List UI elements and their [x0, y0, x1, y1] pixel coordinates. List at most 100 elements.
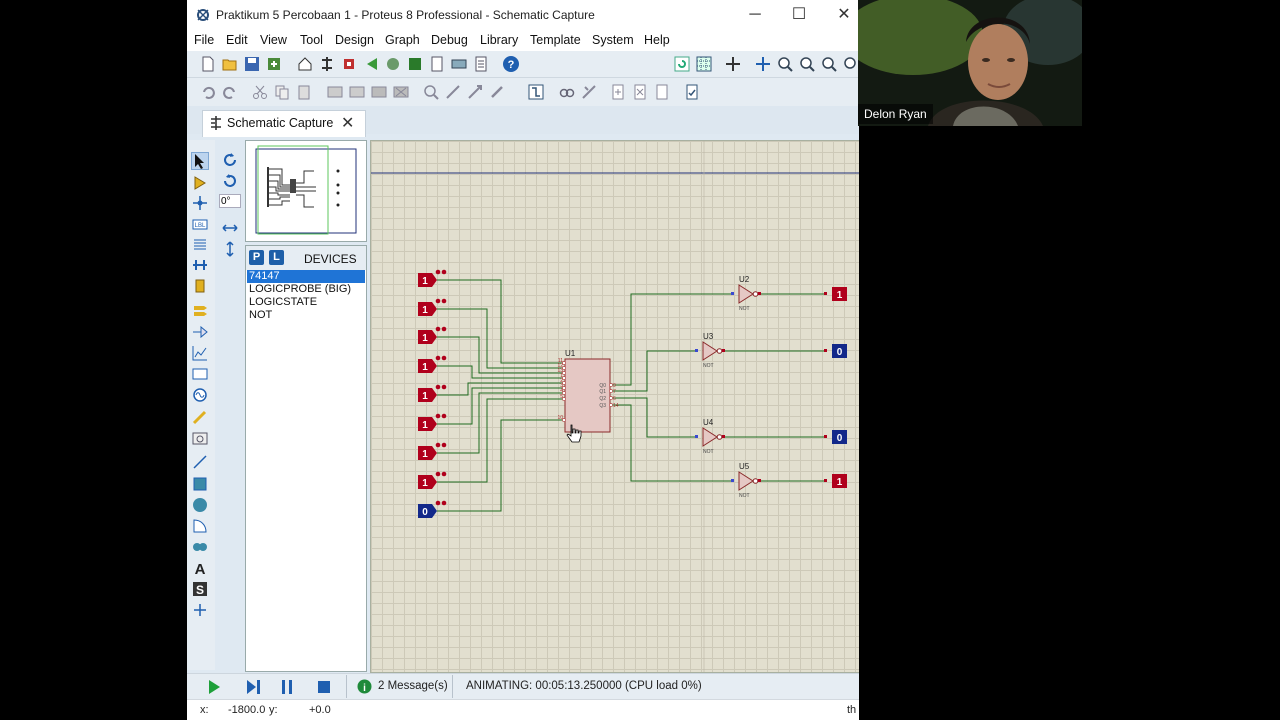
open-folder-icon[interactable]	[222, 56, 238, 72]
origin-icon[interactable]	[725, 56, 741, 72]
help-icon[interactable]: ?	[502, 55, 520, 73]
menu-edit[interactable]: Edit	[226, 33, 248, 47]
tab-schematic-capture[interactable]: Schematic Capture ✕	[202, 110, 366, 137]
schematic-canvas[interactable]: U1 11 12 13 1 2 3 4 5 10 9 Q0 7 Q1 6 Q2 14 Q3 111111110 U…	[370, 140, 859, 673]
undo-icon[interactable]	[200, 84, 216, 100]
paste-icon[interactable]	[296, 84, 312, 100]
rotation-angle-field[interactable]	[219, 194, 241, 208]
terminals-icon[interactable]	[192, 302, 208, 318]
library-manager-button[interactable]: L	[269, 250, 284, 265]
menu-tool[interactable]: Tool	[300, 33, 323, 47]
text-tool-icon[interactable]: A	[192, 560, 208, 578]
component-mode-icon[interactable]	[192, 175, 208, 191]
remove-sheet-icon[interactable]	[632, 84, 648, 100]
pcb-layout-icon[interactable]	[341, 56, 357, 72]
block-move-icon[interactable]	[349, 84, 365, 100]
path-tool-icon[interactable]	[192, 539, 208, 555]
menu-file[interactable]: File	[194, 33, 214, 47]
device-item-74147[interactable]: 74147	[247, 270, 365, 283]
3d-viewer-icon[interactable]	[385, 56, 401, 72]
box-tool-icon[interactable]	[192, 476, 208, 492]
block-rotate-icon[interactable]	[371, 84, 387, 100]
device-item-logicprobe[interactable]: LOGICPROBE (BIG)	[247, 283, 365, 296]
close-button[interactable]: ✕	[833, 4, 855, 26]
block-delete-icon[interactable]	[393, 84, 409, 100]
info-icon[interactable]: i	[357, 679, 372, 694]
schematic-icon[interactable]	[319, 56, 335, 72]
text-script-icon[interactable]	[192, 236, 208, 252]
electrical-rule-check-icon[interactable]	[684, 84, 700, 100]
gerber-icon[interactable]	[407, 56, 423, 72]
line-tool-icon[interactable]	[192, 454, 208, 470]
new-file-icon[interactable]	[200, 56, 216, 72]
virtual-instruments-icon[interactable]	[192, 430, 208, 446]
search-tag-icon[interactable]	[559, 84, 575, 100]
device-item-logicstate[interactable]: LOGICSTATE	[247, 296, 365, 309]
decompose-icon[interactable]	[489, 84, 505, 100]
rotate-clockwise-icon[interactable]	[222, 152, 238, 168]
grid-toggle-icon[interactable]	[696, 56, 712, 72]
stop-icon[interactable]	[317, 679, 331, 695]
menu-graph[interactable]: Graph	[385, 33, 420, 47]
menu-template[interactable]: Template	[530, 33, 581, 47]
marker-tool-icon[interactable]	[192, 602, 208, 618]
notes-icon[interactable]	[473, 56, 489, 72]
menu-help[interactable]: Help	[644, 33, 670, 47]
import-icon[interactable]	[266, 56, 282, 72]
save-icon[interactable]	[244, 56, 260, 72]
mirror-vertical-icon[interactable]	[222, 241, 238, 257]
make-device-icon[interactable]	[445, 84, 461, 100]
new-sheet-icon[interactable]	[610, 84, 626, 100]
pick-devices-button[interactable]: P	[249, 250, 264, 265]
zoom-all-icon[interactable]	[821, 56, 837, 72]
source-code-icon[interactable]	[451, 56, 467, 72]
maximize-button[interactable]: ☐	[788, 4, 810, 26]
menu-library[interactable]: Library	[480, 33, 518, 47]
play-icon[interactable]	[207, 679, 221, 695]
packaging-tool-icon[interactable]	[467, 84, 483, 100]
circle-tool-icon[interactable]	[192, 497, 208, 513]
copy-icon[interactable]	[274, 84, 290, 100]
symbol-tool-icon[interactable]: S	[192, 581, 208, 597]
wire-autorouter-icon[interactable]	[528, 84, 544, 100]
block-copy-icon[interactable]	[327, 84, 343, 100]
exit-to-parent-icon[interactable]	[654, 84, 670, 100]
voltage-probe-icon[interactable]	[192, 409, 208, 425]
property-assign-icon[interactable]	[581, 84, 597, 100]
minimize-button[interactable]: ─	[744, 4, 766, 26]
home-icon[interactable]	[297, 56, 313, 72]
refresh-icon[interactable]	[674, 56, 690, 72]
cut-icon[interactable]	[252, 84, 268, 100]
menu-design[interactable]: Design	[335, 33, 374, 47]
mirror-horizontal-icon[interactable]	[222, 220, 238, 236]
pause-icon[interactable]	[280, 679, 294, 695]
bom-icon[interactable]	[429, 56, 445, 72]
redo-icon[interactable]	[222, 84, 238, 100]
menu-debug[interactable]: Debug	[431, 33, 468, 47]
device-item-not[interactable]: NOT	[247, 309, 365, 322]
rotate-anticlockwise-icon[interactable]	[222, 173, 238, 189]
device-pins-icon[interactable]	[192, 324, 208, 340]
pick-device-icon[interactable]	[423, 84, 439, 100]
menu-system[interactable]: System	[592, 33, 634, 47]
zoom-area-icon[interactable]	[843, 56, 859, 72]
graph-mode-icon[interactable]	[192, 345, 208, 361]
menu-view[interactable]: View	[260, 33, 287, 47]
ic-74147[interactable]: U111121312345109Q07Q16Q214Q3	[557, 349, 619, 433]
subcircuit-icon[interactable]	[192, 278, 208, 294]
generator-mode-icon[interactable]	[192, 387, 208, 403]
pan-icon[interactable]	[755, 56, 771, 72]
selection-mode-icon[interactable]	[191, 152, 209, 170]
messages-count[interactable]: 2 Message(s)	[378, 680, 448, 692]
arc-tool-icon[interactable]	[192, 518, 208, 534]
zoom-in-icon[interactable]	[777, 56, 793, 72]
junction-dot-icon[interactable]	[192, 195, 208, 211]
back-icon[interactable]	[363, 56, 379, 72]
overview-window[interactable]	[245, 140, 367, 242]
step-icon[interactable]	[245, 679, 261, 695]
tab-close-icon[interactable]: ✕	[341, 113, 354, 133]
wire-label-icon[interactable]: LBL	[192, 216, 208, 232]
tape-recorder-icon[interactable]	[192, 366, 208, 382]
buses-icon[interactable]	[192, 257, 208, 273]
zoom-out-icon[interactable]	[799, 56, 815, 72]
